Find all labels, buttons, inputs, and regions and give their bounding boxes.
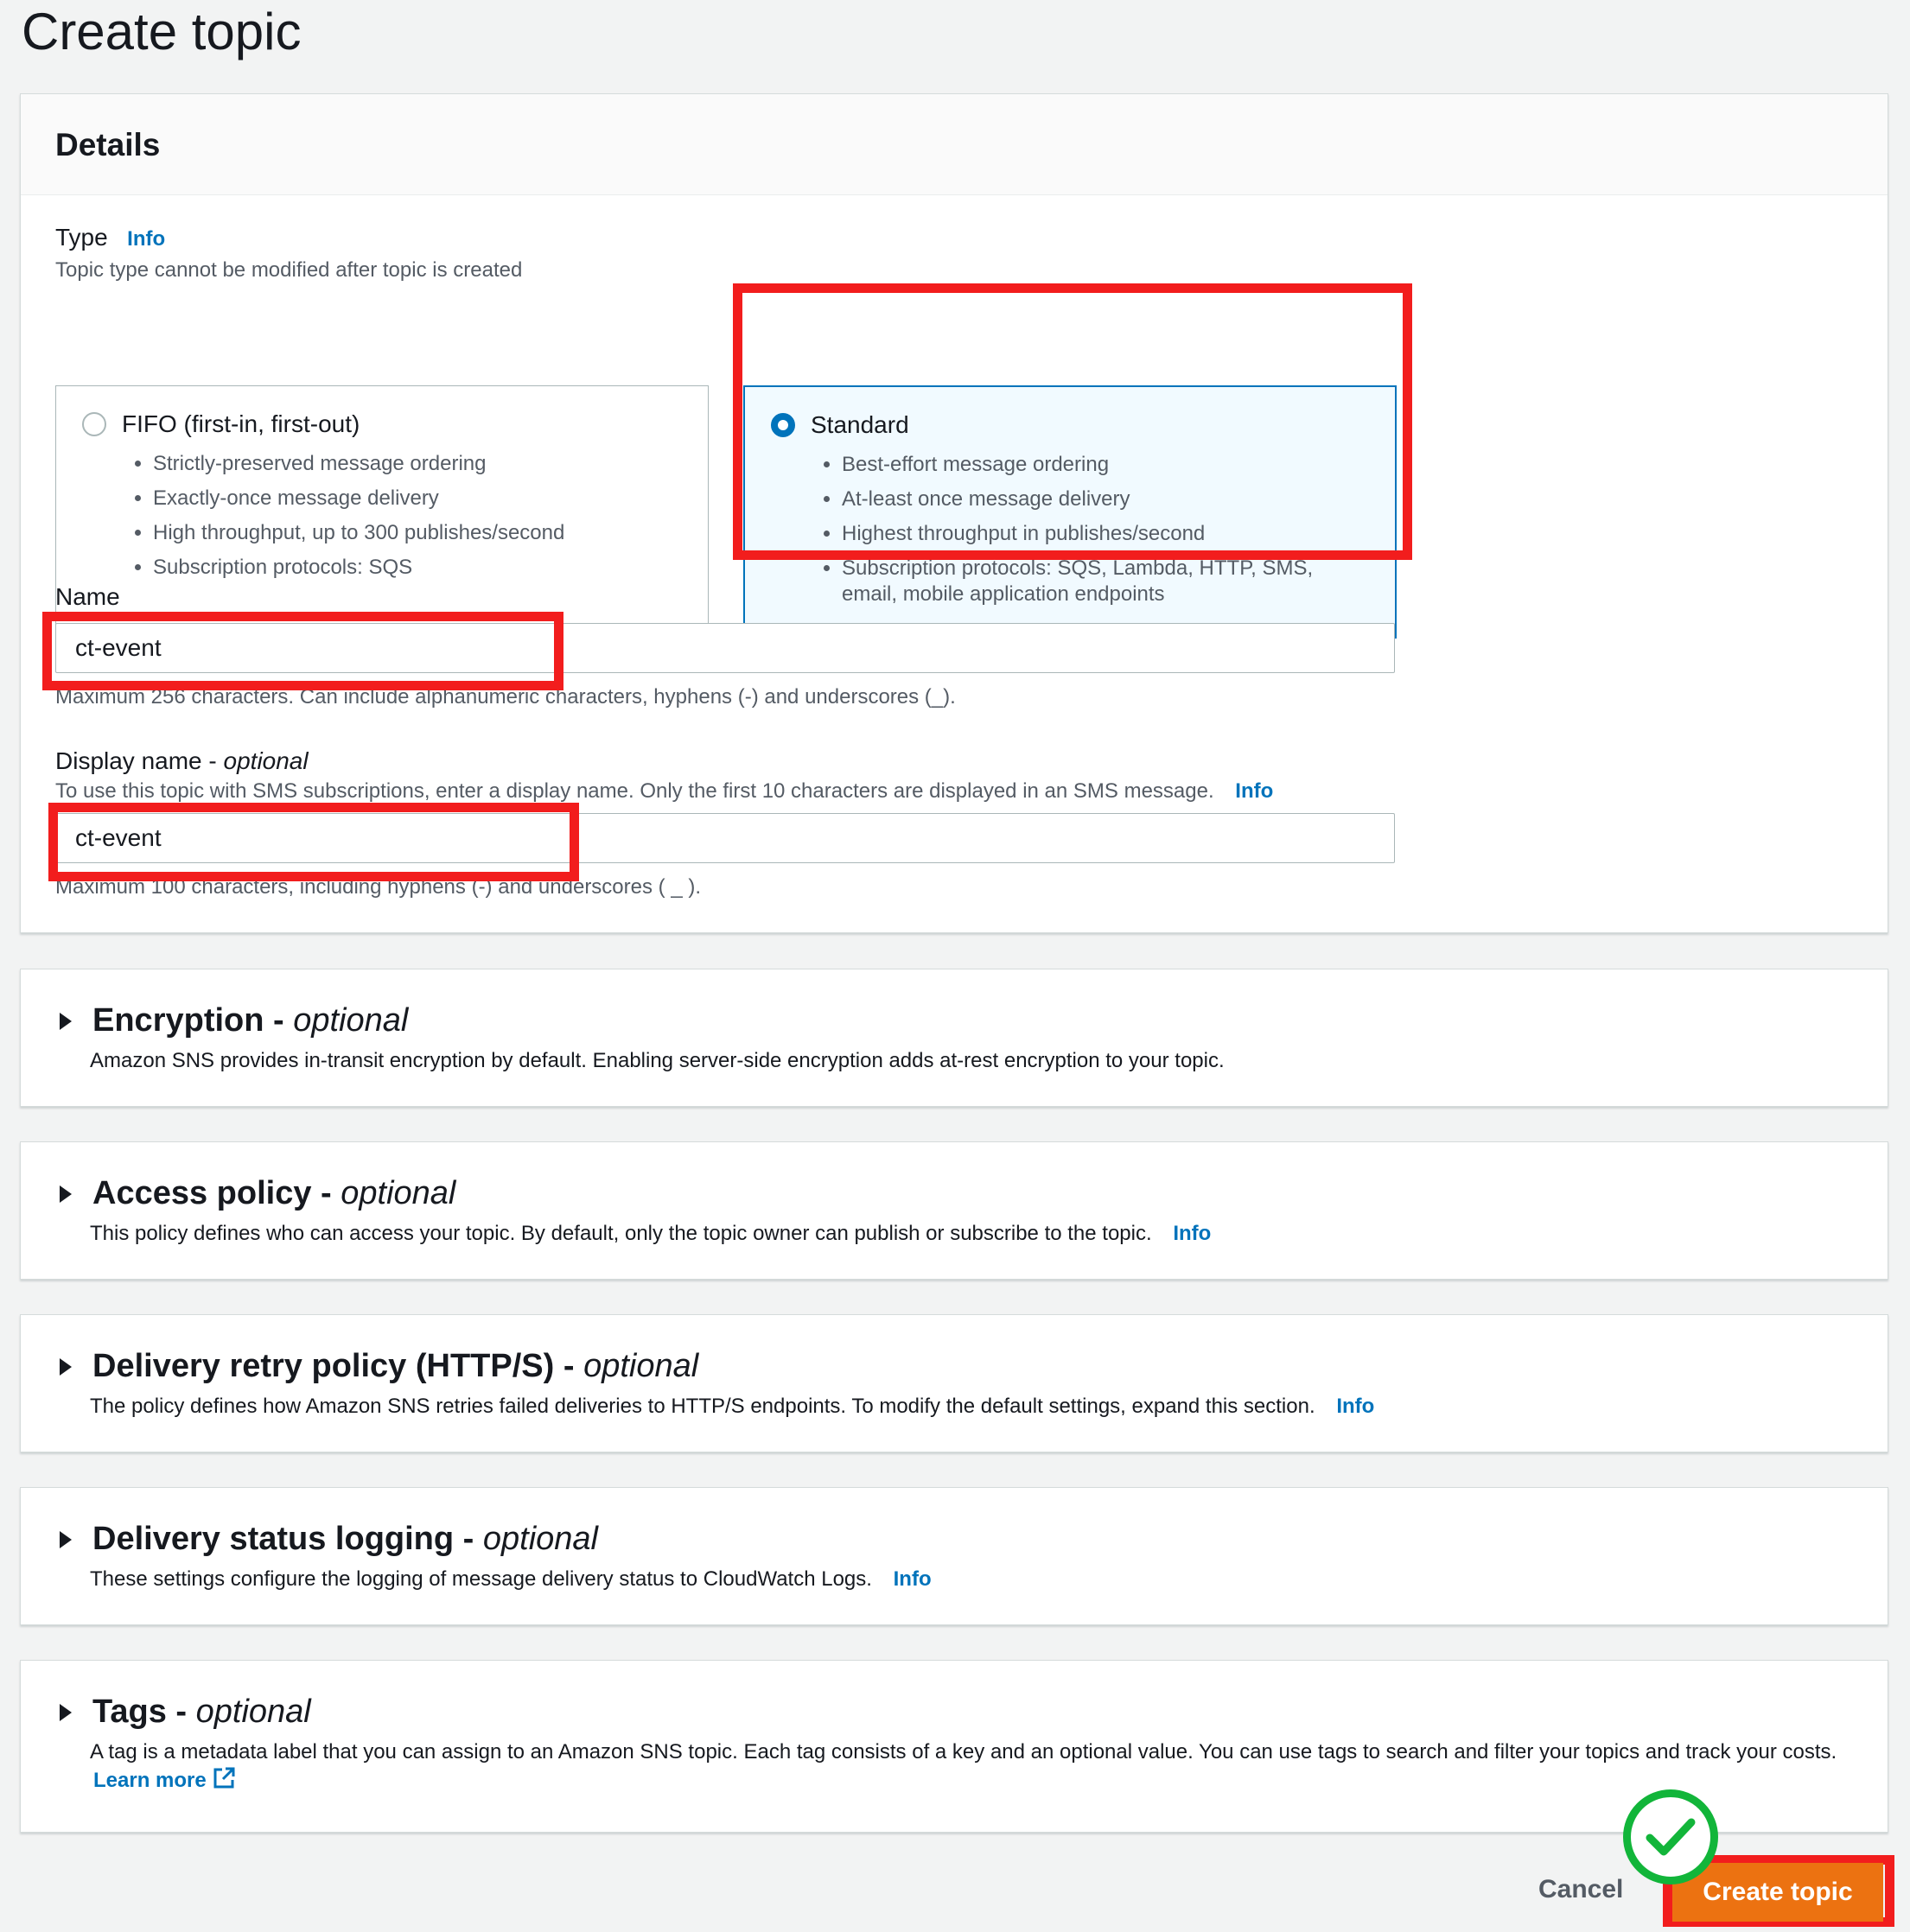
page-title: Create topic (22, 3, 302, 60)
radio-button-icon[interactable] (82, 412, 106, 436)
checkmark-icon (1623, 1789, 1718, 1884)
section-title: Delivery retry policy (HTTP/S) - optiona… (92, 1348, 699, 1384)
delivery-retry-info-link[interactable]: Info (1336, 1395, 1374, 1418)
type-label: Type (55, 224, 108, 251)
learn-more-link[interactable]: Learn more (93, 1769, 207, 1792)
type-info-link[interactable]: Info (127, 227, 165, 251)
caret-right-icon[interactable] (60, 1185, 72, 1203)
type-option-fifo[interactable]: FIFO (first-in, first-out) Strictly-pres… (55, 385, 709, 639)
section-description-row: The policy defines how Amazon SNS retrie… (90, 1393, 1844, 1420)
list-item: High throughput, up to 300 publishes/sec… (153, 516, 682, 550)
display-name-info-link[interactable]: Info (1235, 779, 1273, 803)
section-title: Delivery status logging - optional (92, 1521, 598, 1557)
delivery-logging-info-link[interactable]: Info (894, 1567, 932, 1591)
section-description-row: These settings configure the logging of … (90, 1566, 1844, 1593)
section-encryption[interactable]: Encryption - optional Amazon SNS provide… (20, 969, 1888, 1107)
section-delivery-logging[interactable]: Delivery status logging - optional These… (20, 1487, 1888, 1625)
caret-right-icon[interactable] (60, 1530, 72, 1548)
section-description: This policy defines who can access your … (90, 1222, 1152, 1245)
section-description-row: A tag is a metadata label that you can a… (90, 1738, 1844, 1798)
caret-right-icon[interactable] (60, 1357, 72, 1376)
section-description: A tag is a metadata label that you can a… (90, 1740, 1837, 1764)
external-link-icon[interactable] (212, 1766, 236, 1798)
create-topic-button[interactable]: Create topic (1672, 1863, 1883, 1922)
highlight-name (42, 612, 563, 690)
cancel-button[interactable]: Cancel (1538, 1875, 1623, 1904)
caret-right-icon[interactable] (60, 1703, 72, 1721)
section-description: These settings configure the logging of … (90, 1567, 872, 1591)
list-item: Strictly-preserved message ordering (153, 447, 682, 481)
display-name-description: To use this topic with SMS subscriptions… (55, 779, 1214, 803)
section-title: Access policy - optional (92, 1175, 456, 1211)
type-description: Topic type cannot be modified after topi… (55, 258, 523, 282)
highlight-standard (733, 283, 1412, 560)
access-policy-info-link[interactable]: Info (1173, 1222, 1211, 1245)
list-item: Subscription protocols: SQS (153, 550, 682, 585)
section-title: Tags - optional (92, 1694, 311, 1730)
section-description: The policy defines how Amazon SNS retrie… (90, 1395, 1315, 1418)
section-delivery-retry[interactable]: Delivery retry policy (HTTP/S) - optiona… (20, 1314, 1888, 1452)
fifo-label: FIFO (first-in, first-out) (122, 410, 360, 437)
section-tags[interactable]: Tags - optional A tag is a metadata labe… (20, 1660, 1888, 1833)
highlight-display-name (48, 803, 579, 881)
list-item: Exactly-once message delivery (153, 481, 682, 516)
section-access-policy[interactable]: Access policy - optional This policy def… (20, 1141, 1888, 1280)
section-description: Amazon SNS provides in-transit encryptio… (90, 1049, 1225, 1072)
section-description-row: This policy defines who can access your … (90, 1220, 1844, 1248)
caret-right-icon[interactable] (60, 1012, 72, 1030)
type-label-row: Type Info (55, 224, 165, 251)
section-title: Encryption - optional (92, 1002, 409, 1039)
display-name-label: Display name - optional (55, 747, 309, 774)
name-label: Name (55, 583, 120, 610)
display-name-description-row: To use this topic with SMS subscriptions… (55, 779, 1273, 804)
details-header: Details (21, 94, 1888, 195)
